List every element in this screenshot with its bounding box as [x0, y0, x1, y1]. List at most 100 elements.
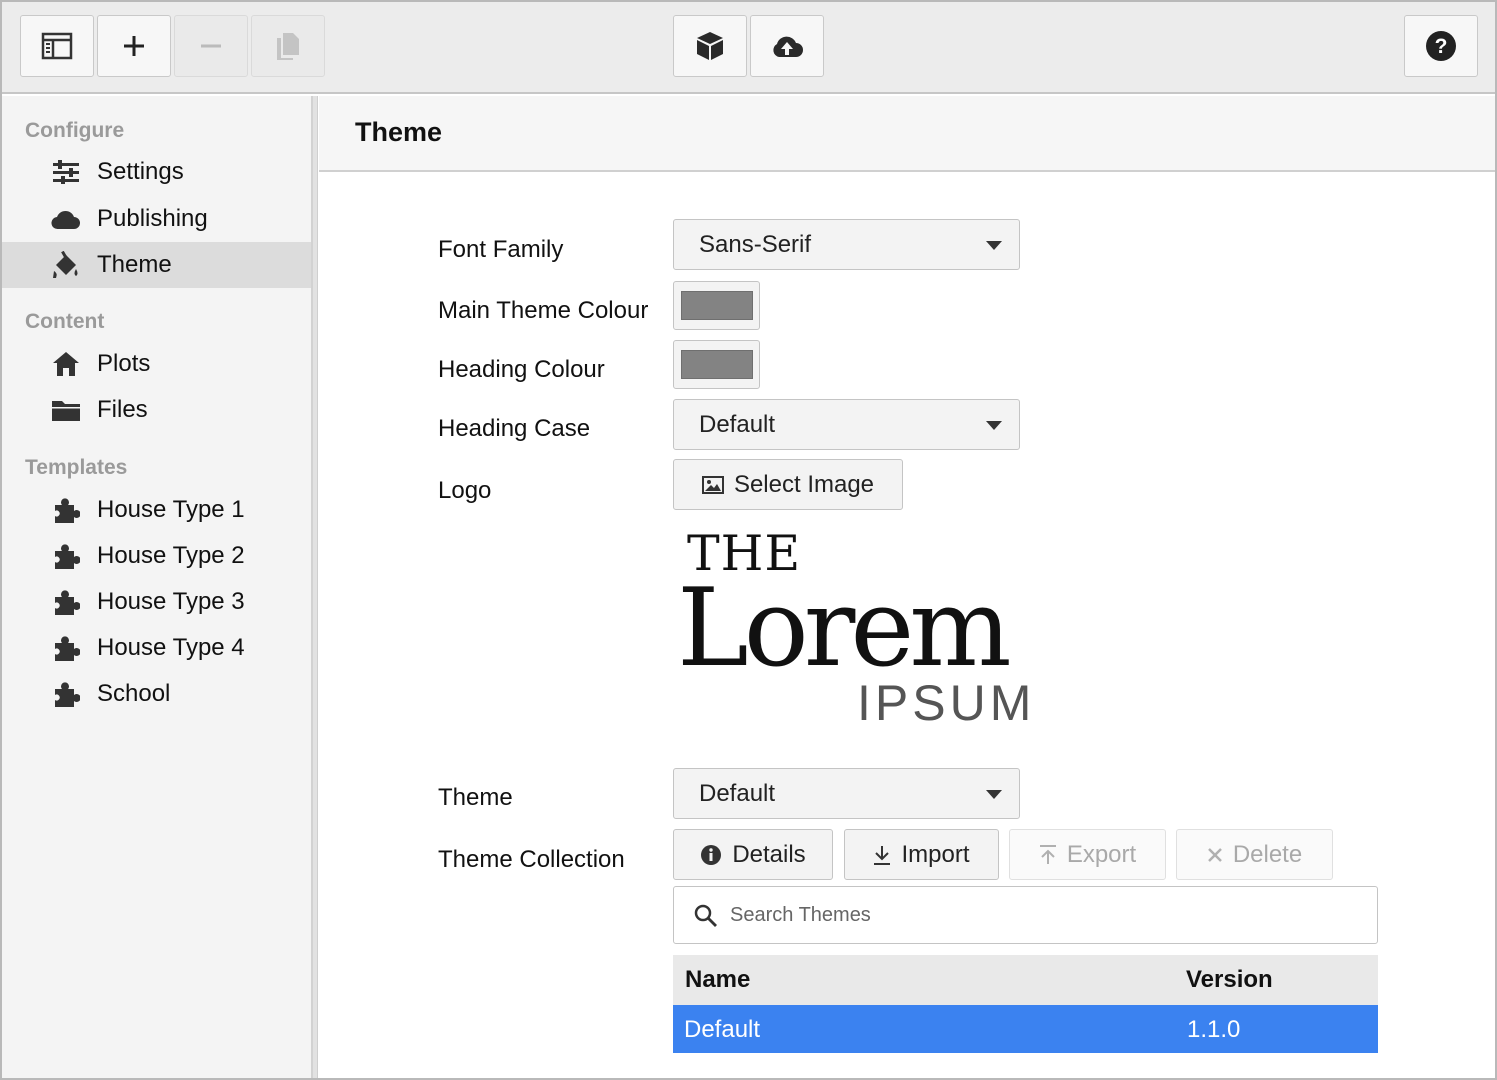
font-family-select[interactable]: Sans-Serif [673, 219, 1020, 270]
colour-swatch [681, 291, 753, 320]
logo-preview: THE Lorem IPSUM [673, 527, 1053, 732]
theme-collection-label: Theme Collection [438, 846, 625, 873]
caret-down-icon [986, 241, 1002, 250]
main-theme-colour-label: Main Theme Colour [438, 297, 649, 324]
help-button[interactable]: ? [1404, 15, 1478, 77]
theme-label: Theme [438, 784, 513, 811]
puzzle-icon [51, 633, 81, 663]
package-button[interactable] [673, 15, 747, 77]
main-theme-colour-picker[interactable] [673, 281, 760, 330]
theme-select[interactable]: Default [673, 768, 1020, 819]
logo-label: Logo [438, 477, 492, 504]
main-header: Theme [319, 96, 1495, 172]
sidebar-item-plots[interactable]: Plots [2, 341, 311, 387]
close-icon [1207, 847, 1222, 862]
sidebar-splitter[interactable] [313, 96, 318, 1078]
heading-case-label: Heading Case [438, 415, 591, 442]
cell-name: Default [684, 1016, 761, 1043]
upload-button[interactable] [750, 15, 824, 77]
puzzle-icon [51, 679, 81, 709]
section-heading-templates: Templates [25, 456, 128, 479]
question-circle-icon: ? [1426, 31, 1456, 61]
cell-version: 1.1.0 [1187, 1016, 1241, 1043]
sidebar-item-label: School [97, 680, 171, 707]
cloud-upload-icon [773, 36, 803, 57]
svg-text:?: ? [1435, 35, 1448, 58]
table-row[interactable]: Default 1.1.0 [673, 1005, 1378, 1053]
heading-colour-label: Heading Colour [438, 356, 605, 383]
logo-text-lorem: Lorem [677, 566, 1012, 691]
info-circle-icon [701, 844, 722, 865]
sidebar-item-label: Theme [97, 251, 172, 278]
font-family-value: Sans-Serif [699, 231, 812, 258]
search-input[interactable] [730, 897, 1350, 933]
sidebar-panel-icon [41, 32, 73, 60]
minus-icon [201, 44, 221, 48]
sidebar-item-school[interactable]: School [2, 671, 311, 717]
cloud-icon [51, 204, 81, 234]
import-label: Import [901, 840, 970, 868]
sidebar-item-theme[interactable]: Theme [2, 242, 311, 288]
sidebar-item-label: Settings [97, 158, 184, 185]
column-header-name[interactable]: Name [685, 966, 750, 994]
cube-icon [697, 32, 723, 60]
import-button[interactable]: Import [844, 829, 999, 880]
sliders-icon [51, 157, 81, 187]
upload-arrow-icon [1039, 844, 1056, 864]
duplicate-button[interactable] [251, 15, 325, 77]
app-window: ? Configure Settings Publishing Theme Co… [0, 0, 1497, 1080]
font-family-label: Font Family [438, 236, 564, 263]
sidebar-item-label: Plots [97, 350, 151, 377]
select-image-button[interactable]: Select Image [673, 459, 903, 510]
heading-case-select[interactable]: Default [673, 399, 1020, 450]
puzzle-icon [51, 587, 81, 617]
remove-button[interactable] [174, 15, 248, 77]
sidebar-item-house-type-2[interactable]: House Type 2 [2, 533, 311, 579]
download-icon [874, 845, 891, 865]
column-header-version[interactable]: Version [1186, 966, 1273, 994]
caret-down-icon [986, 790, 1002, 799]
sidebar-item-settings[interactable]: Settings [2, 149, 311, 195]
sidebar-item-house-type-4[interactable]: House Type 4 [2, 625, 311, 671]
sidebar-item-label: House Type 4 [97, 634, 245, 661]
export-label: Export [1066, 840, 1137, 868]
sidebar-item-label: House Type 2 [97, 542, 245, 569]
toggle-sidebar-button[interactable] [20, 15, 94, 77]
details-label: Details [732, 840, 806, 868]
sidebar-item-label: Publishing [97, 205, 208, 232]
page-title: Theme [355, 117, 443, 147]
paint-bucket-icon [51, 250, 81, 280]
home-icon [51, 349, 81, 379]
export-button[interactable]: Export [1009, 829, 1166, 880]
search-icon [694, 904, 717, 927]
add-button[interactable] [97, 15, 171, 77]
sidebar-item-house-type-1[interactable]: House Type 1 [2, 487, 311, 533]
sidebar-item-files[interactable]: Files [2, 387, 311, 433]
image-icon [701, 475, 724, 494]
caret-down-icon [986, 421, 1002, 430]
puzzle-icon [51, 495, 81, 525]
section-heading-content: Content [25, 310, 105, 333]
sidebar-item-publishing[interactable]: Publishing [2, 196, 311, 242]
delete-label: Delete [1232, 840, 1303, 868]
sidebar-item-label: House Type 1 [97, 496, 245, 523]
themes-table: Name Version Default 1.1.0 [673, 955, 1378, 1053]
plus-icon [124, 36, 144, 56]
sidebar: Configure Settings Publishing Theme Cont… [2, 96, 313, 1078]
sidebar-item-label: Files [97, 396, 148, 423]
toolbar: ? [2, 2, 1495, 94]
colour-swatch [681, 350, 753, 379]
sidebar-item-house-type-3[interactable]: House Type 3 [2, 579, 311, 625]
heading-colour-picker[interactable] [673, 340, 760, 389]
table-header: Name Version [673, 955, 1378, 1005]
delete-button[interactable]: Delete [1176, 829, 1333, 880]
details-button[interactable]: Details [673, 829, 833, 880]
heading-case-value: Default [699, 411, 776, 438]
folder-icon [51, 395, 81, 425]
sidebar-item-label: House Type 3 [97, 588, 245, 615]
puzzle-icon [51, 541, 81, 571]
copy-icon [277, 33, 299, 60]
theme-value: Default [699, 780, 776, 807]
section-heading-configure: Configure [25, 119, 125, 142]
select-image-label: Select Image [733, 470, 875, 498]
